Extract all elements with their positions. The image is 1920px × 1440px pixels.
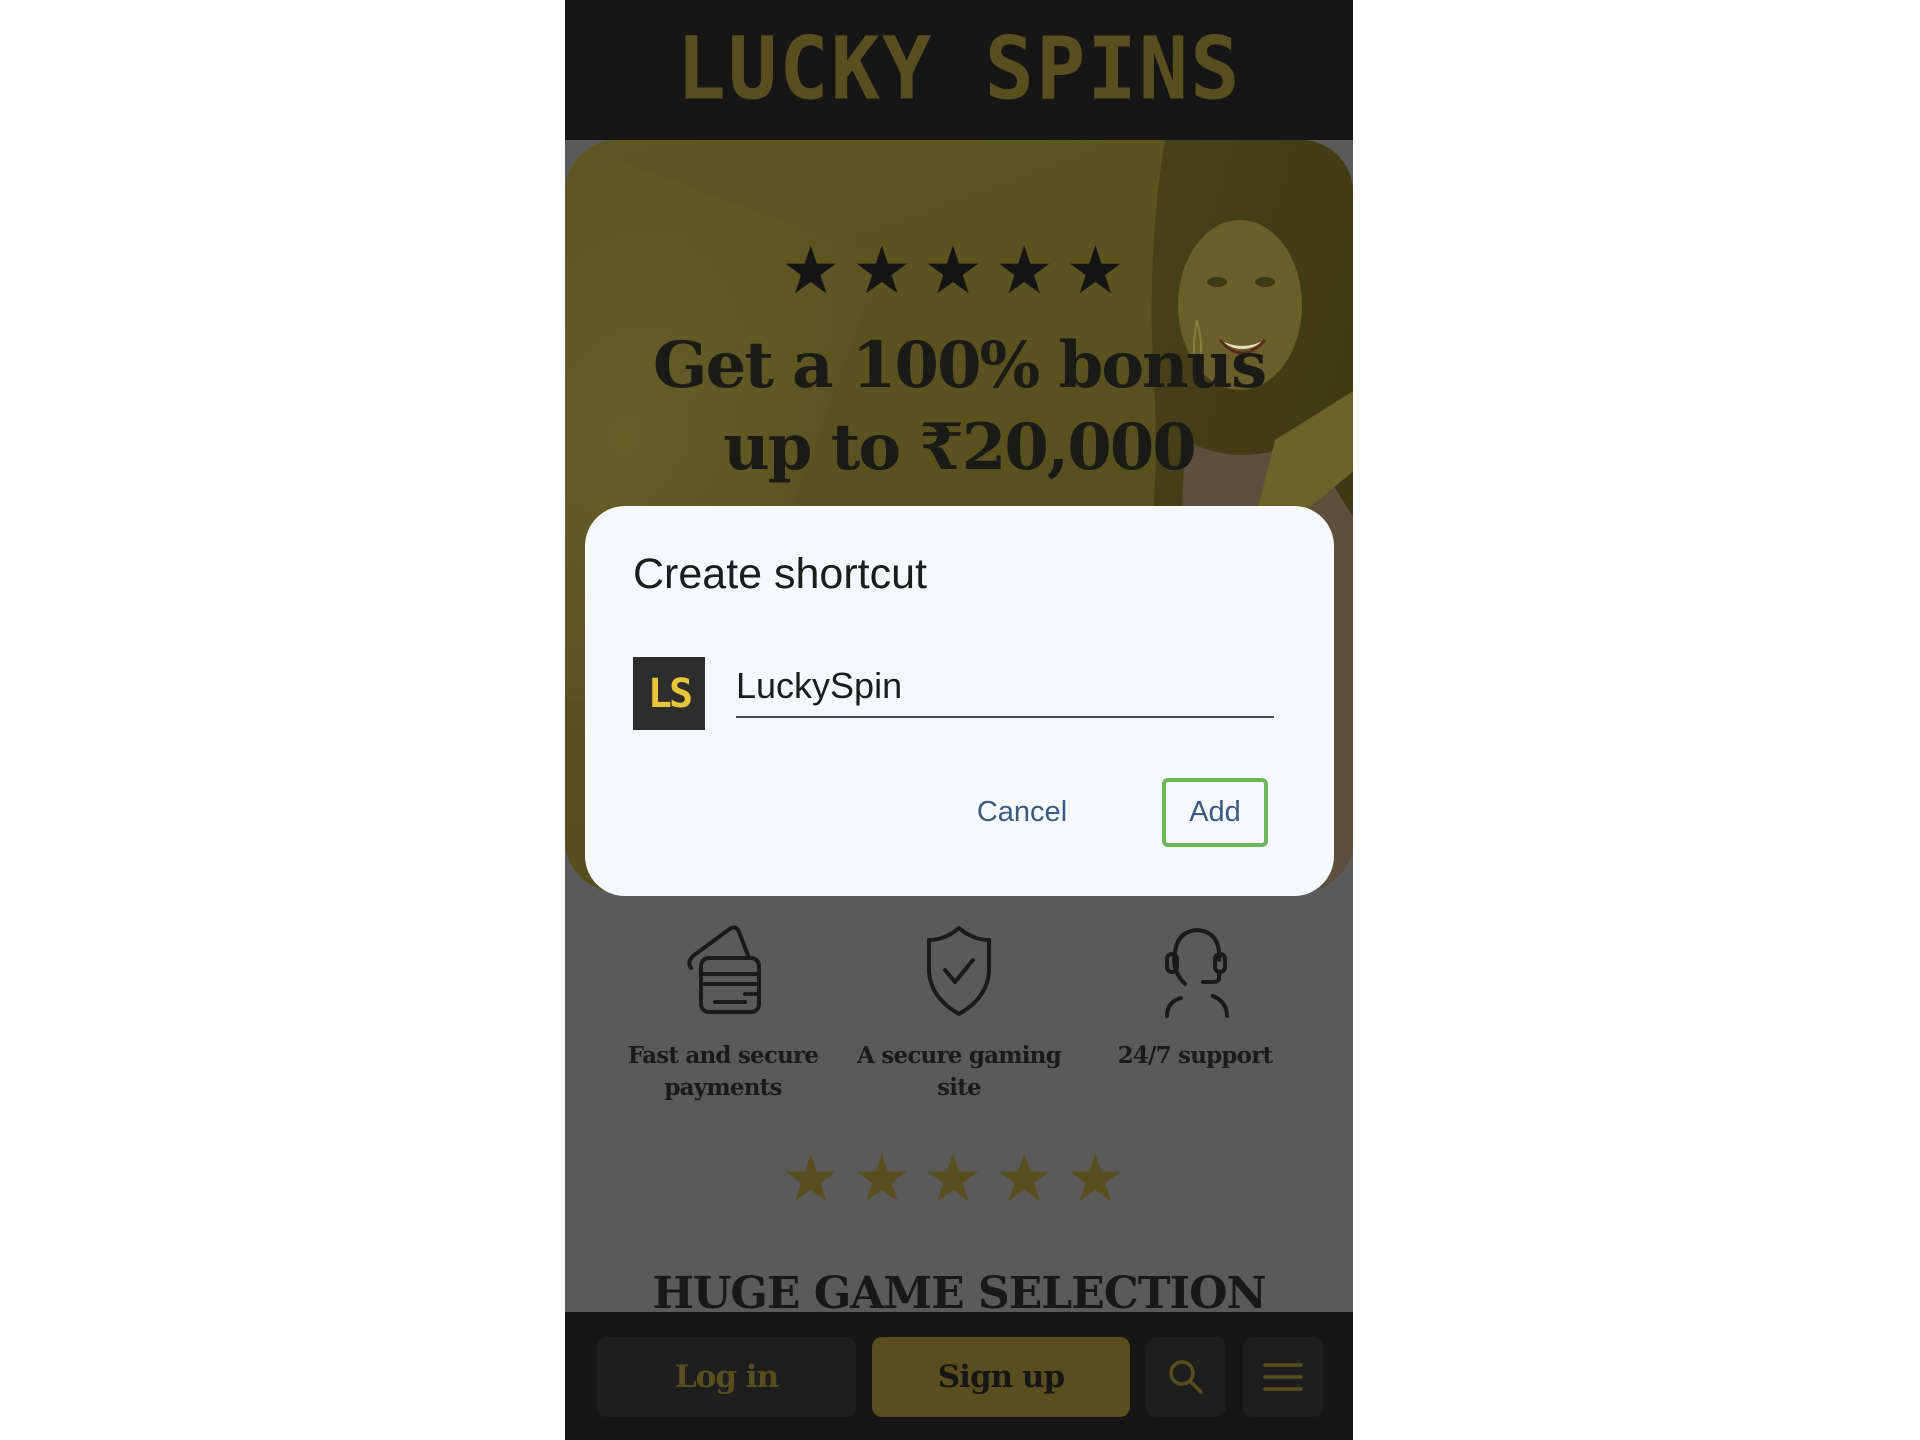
feature-label-line: A secure gaming: [857, 1042, 1062, 1069]
dialog-title: Create shortcut: [633, 550, 927, 598]
feature-label-line: 24/7 support: [1117, 1042, 1274, 1069]
feature-support: 24/7 support: [1085, 920, 1305, 1104]
bonus-headline: Get a 100% bonus up to ₹20,000: [565, 325, 1353, 489]
headline-line-2: up to ₹20,000: [723, 410, 1197, 485]
search-button[interactable]: [1146, 1337, 1226, 1417]
shortcut-app-icon: LS: [633, 657, 705, 730]
create-shortcut-dialog: Create shortcut LS Cancel Add: [585, 506, 1334, 896]
search-icon: [1169, 1360, 1203, 1394]
site-logo[interactable]: LUCKY SPINS: [565, 20, 1353, 120]
feature-secure-site: A secure gaming site: [849, 920, 1069, 1104]
feature-label: Fast and secure payments: [613, 1040, 833, 1104]
section-stars: ★★★★★: [781, 1140, 1137, 1217]
rating-stars: ★★★★★: [781, 232, 1137, 309]
bottom-nav: Log in Sign up: [565, 1312, 1353, 1440]
feature-label-line: Fast and secure: [627, 1042, 819, 1069]
app-icon-label: LS: [647, 670, 693, 717]
hamburger-menu-icon: [1263, 1363, 1303, 1391]
signup-button[interactable]: Sign up: [872, 1337, 1130, 1417]
features-row: Fast and secure payments A secure gaming…: [565, 920, 1353, 1104]
login-button[interactable]: Log in: [597, 1337, 856, 1417]
feature-label-line: payments: [664, 1074, 782, 1101]
credit-card-icon: [687, 925, 761, 1014]
shield-check-icon: [927, 926, 991, 1016]
feature-label: A secure gaming site: [849, 1040, 1069, 1104]
cancel-button[interactable]: Cancel: [962, 779, 1082, 845]
headset-support-icon: [1165, 928, 1229, 1018]
feature-label: 24/7 support: [1085, 1040, 1305, 1072]
add-button[interactable]: Add: [1162, 778, 1268, 847]
menu-button[interactable]: [1243, 1337, 1323, 1417]
feature-label-line: site: [937, 1074, 982, 1101]
feature-payments: Fast and secure payments: [613, 920, 833, 1104]
headline-line-1: Get a 100% bonus: [652, 328, 1267, 403]
shortcut-name-input[interactable]: [736, 656, 1274, 718]
site-header: LUCKY SPINS: [565, 0, 1353, 140]
